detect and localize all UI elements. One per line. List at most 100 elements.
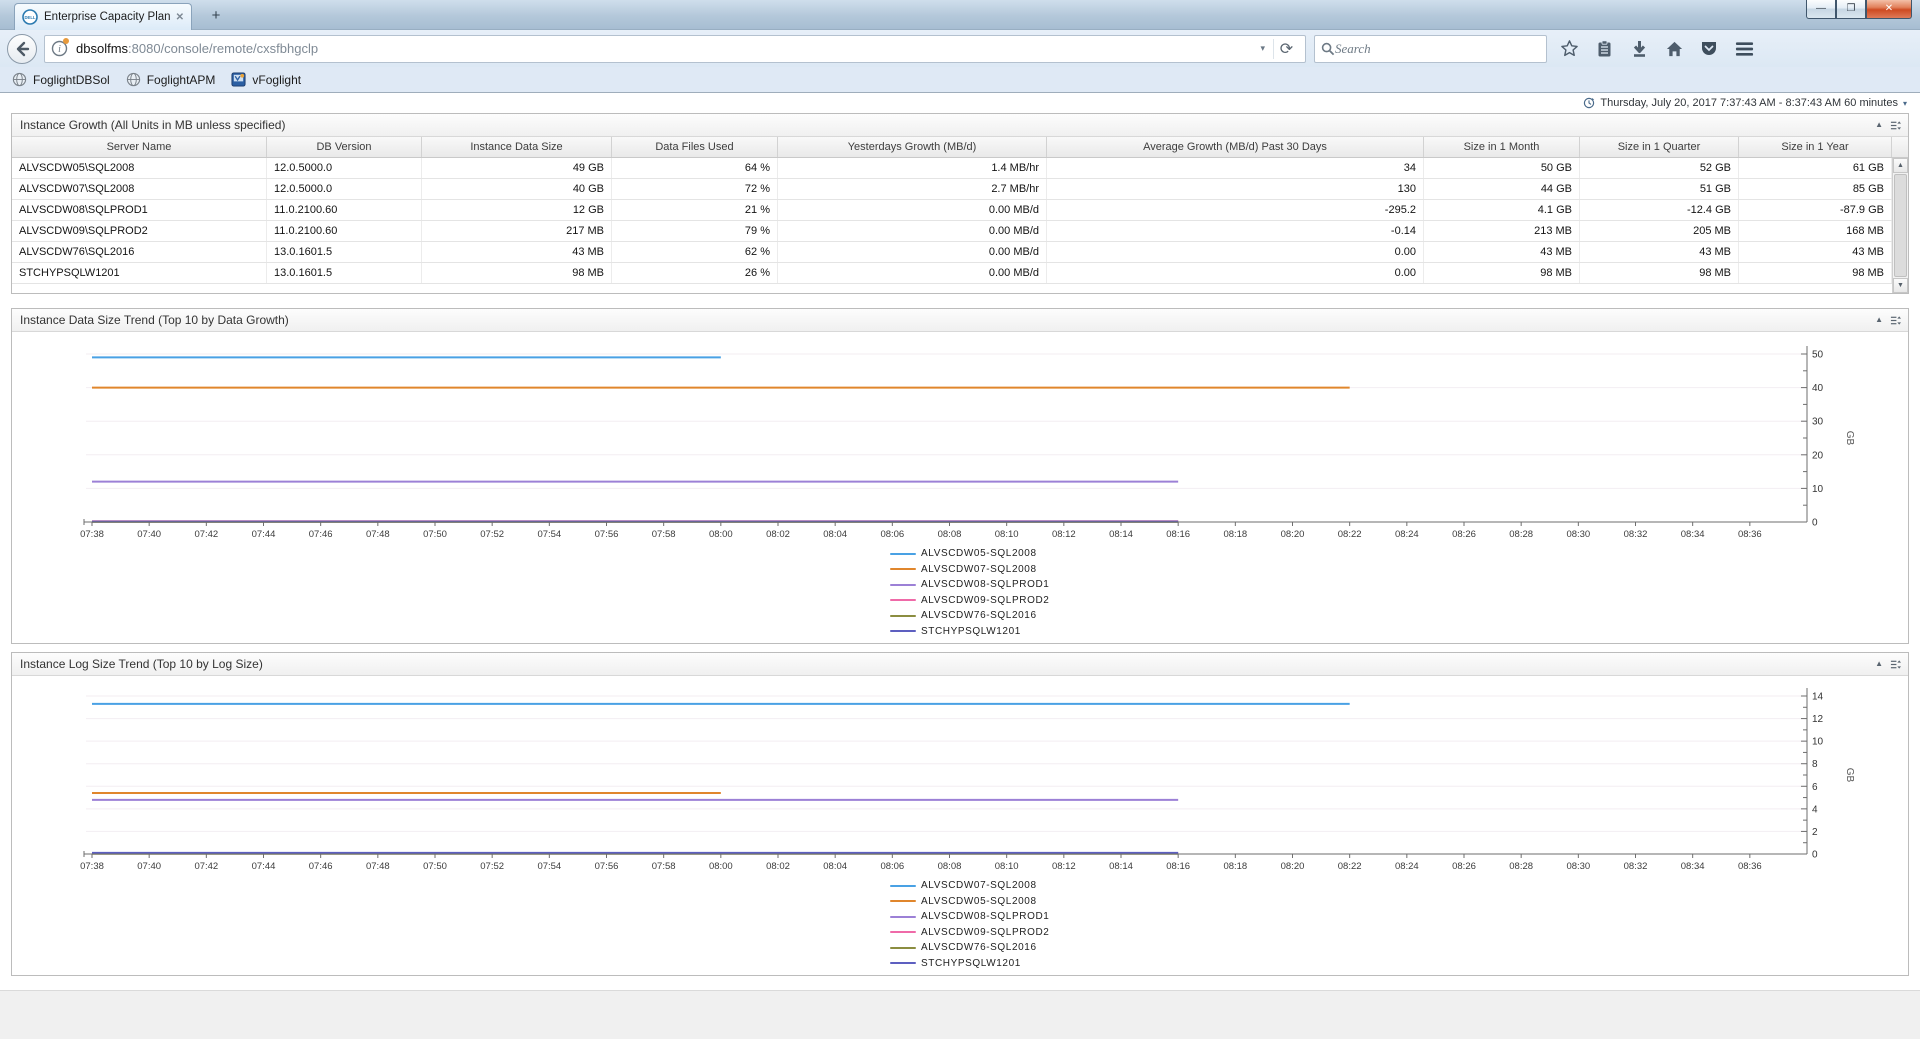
panel-customizer-icon[interactable] — [1890, 315, 1901, 326]
svg-text:08:26: 08:26 — [1452, 529, 1476, 540]
table-row[interactable]: ALVSCDW05\SQL200812.0.5000.049 GB64 %1.4… — [12, 158, 1892, 179]
table-cell: -12.4 GB — [1580, 200, 1739, 220]
svg-text:08:18: 08:18 — [1223, 529, 1247, 540]
time-range-clock-icon — [1583, 97, 1595, 109]
panel-collapse-icon[interactable]: ▲ — [1875, 309, 1883, 331]
downloads-icon[interactable] — [1627, 37, 1651, 61]
svg-text:07:52: 07:52 — [480, 861, 504, 872]
data-size-trend-chart: 01020304050GB07:3807:4007:4207:4407:4607… — [12, 340, 1908, 546]
search-box[interactable] — [1314, 35, 1547, 63]
log-size-trend-panel: Instance Log Size Trend (Top 10 by Log S… — [11, 652, 1909, 976]
svg-text:GB: GB — [1844, 768, 1855, 783]
site-info-icon[interactable]: i — [51, 40, 68, 57]
svg-text:08:18: 08:18 — [1223, 861, 1247, 872]
table-row[interactable]: ALVSCDW07\SQL200812.0.5000.040 GB72 %2.7… — [12, 179, 1892, 200]
tab-close-icon[interactable]: ✕ — [176, 12, 184, 23]
column-header[interactable]: Size in 1 Month — [1424, 137, 1580, 157]
svg-text:08:02: 08:02 — [766, 861, 790, 872]
scroll-up-button[interactable]: ▲ — [1893, 158, 1908, 173]
svg-text:08:14: 08:14 — [1109, 529, 1133, 540]
table-cell: 98 MB — [1424, 263, 1580, 283]
panel-customizer-icon[interactable] — [1890, 659, 1901, 670]
table-row[interactable]: ALVSCDW09\SQLPROD211.0.2100.60217 MB79 %… — [12, 221, 1892, 242]
table-row[interactable]: ALVSCDW08\SQLPROD111.0.2100.6012 GB21 %0… — [12, 200, 1892, 221]
svg-text:07:44: 07:44 — [252, 529, 276, 540]
legend-label: ALVSCDW09-SQLPROD2 — [921, 595, 1049, 606]
table-cell: 62 % — [612, 242, 778, 262]
legend-swatch — [890, 584, 916, 586]
column-header[interactable]: Server Name — [12, 137, 267, 157]
table-cell: 98 MB — [1739, 263, 1892, 283]
table-cell: 43 MB — [1739, 242, 1892, 262]
bookmark-foglightdbsol[interactable]: FoglightDBSol — [8, 72, 122, 87]
table-cell: 26 % — [612, 263, 778, 283]
window-close-button[interactable]: ✕ — [1866, 0, 1912, 19]
svg-text:08:08: 08:08 — [938, 529, 962, 540]
column-header[interactable]: Instance Data Size — [422, 137, 612, 157]
svg-text:08:20: 08:20 — [1281, 861, 1305, 872]
svg-text:08:04: 08:04 — [823, 529, 847, 540]
table-cell: 79 % — [612, 221, 778, 241]
reload-button[interactable]: ⟳ — [1273, 39, 1299, 59]
column-header[interactable]: Yesterdays Growth (MB/d) — [778, 137, 1047, 157]
table-cell: ALVSCDW05\SQL2008 — [12, 158, 267, 178]
table-cell: 0.00 MB/d — [778, 221, 1047, 241]
table-row[interactable]: ALVSCDW76\SQL201613.0.1601.543 MB62 %0.0… — [12, 242, 1892, 263]
column-header[interactable]: Data Files Used — [612, 137, 778, 157]
panel-collapse-icon[interactable]: ▲ — [1875, 114, 1883, 136]
time-range-selector[interactable]: Thursday, July 20, 2017 7:37:43 AM - 8:3… — [0, 93, 1920, 113]
url-dropdown-icon[interactable]: ▾ — [1252, 43, 1273, 54]
svg-text:07:38: 07:38 — [80, 529, 104, 540]
svg-text:07:56: 07:56 — [595, 861, 619, 872]
bookmark-vfoglight[interactable]: vFoglight — [227, 72, 313, 87]
svg-text:0: 0 — [1812, 518, 1818, 529]
window-minimize-button[interactable]: — — [1806, 0, 1836, 19]
table-cell: ALVSCDW76\SQL2016 — [12, 242, 267, 262]
menu-hamburger-icon[interactable] — [1732, 37, 1756, 61]
browser-tab-active[interactable]: DELL Enterprise Capacity Planni... ✕ — [14, 3, 192, 30]
scroll-thumb[interactable] — [1894, 174, 1907, 277]
table-cell: 43 MB — [422, 242, 612, 262]
legend-swatch — [890, 553, 916, 555]
back-button[interactable] — [7, 34, 37, 64]
table-scrollbar[interactable]: ▲ ▼ — [1892, 158, 1908, 293]
svg-text:07:48: 07:48 — [366, 861, 390, 872]
pocket-icon[interactable] — [1697, 37, 1721, 61]
window-restore-button[interactable]: ❐ — [1836, 0, 1866, 19]
svg-text:07:54: 07:54 — [537, 529, 561, 540]
url-bar[interactable]: i dbsolfms:8080/console/remote/cxsfbhgcl… — [44, 35, 1306, 63]
home-icon[interactable] — [1662, 37, 1686, 61]
svg-text:08:22: 08:22 — [1338, 529, 1362, 540]
legend-label: ALVSCDW07-SQL2008 — [921, 880, 1037, 891]
back-arrow-icon — [13, 40, 31, 58]
table-cell: 0.00 MB/d — [778, 242, 1047, 262]
svg-text:20: 20 — [1812, 450, 1824, 461]
bookmark-star-icon[interactable] — [1557, 37, 1581, 61]
legend-label: ALVSCDW08-SQLPROD1 — [921, 911, 1049, 922]
svg-text:10: 10 — [1812, 737, 1824, 748]
table-row[interactable]: STCHYPSQLW120113.0.1601.598 MB26 %0.00 M… — [12, 263, 1892, 284]
table-cell: 13.0.1601.5 — [267, 263, 422, 283]
search-input[interactable] — [1335, 41, 1505, 57]
svg-text:07:50: 07:50 — [423, 529, 447, 540]
legend-item: ALVSCDW07-SQL2008 — [890, 562, 1908, 578]
svg-text:08:16: 08:16 — [1166, 861, 1190, 872]
table-cell: 130 — [1047, 179, 1424, 199]
column-header[interactable]: Size in 1 Quarter — [1580, 137, 1739, 157]
svg-text:07:40: 07:40 — [137, 861, 161, 872]
column-header[interactable]: Size in 1 Year — [1739, 137, 1892, 157]
panel-customizer-icon[interactable] — [1890, 120, 1901, 131]
bookmark-foglightapm[interactable]: FoglightAPM — [122, 72, 228, 87]
table-cell: 61 GB — [1739, 158, 1892, 178]
scroll-down-button[interactable]: ▼ — [1893, 278, 1908, 293]
table-cell: 51 GB — [1580, 179, 1739, 199]
legend-label: ALVSCDW05-SQL2008 — [921, 896, 1037, 907]
new-tab-button[interactable]: + — [203, 7, 229, 26]
column-header[interactable]: DB Version — [267, 137, 422, 157]
table-cell: 12.0.5000.0 — [267, 158, 422, 178]
svg-text:08:24: 08:24 — [1395, 529, 1419, 540]
legend-item: STCHYPSQLW1201 — [890, 956, 1908, 972]
panel-collapse-icon[interactable]: ▲ — [1875, 653, 1883, 675]
column-header[interactable]: Average Growth (MB/d) Past 30 Days — [1047, 137, 1424, 157]
bookmarks-menu-icon[interactable] — [1592, 37, 1616, 61]
